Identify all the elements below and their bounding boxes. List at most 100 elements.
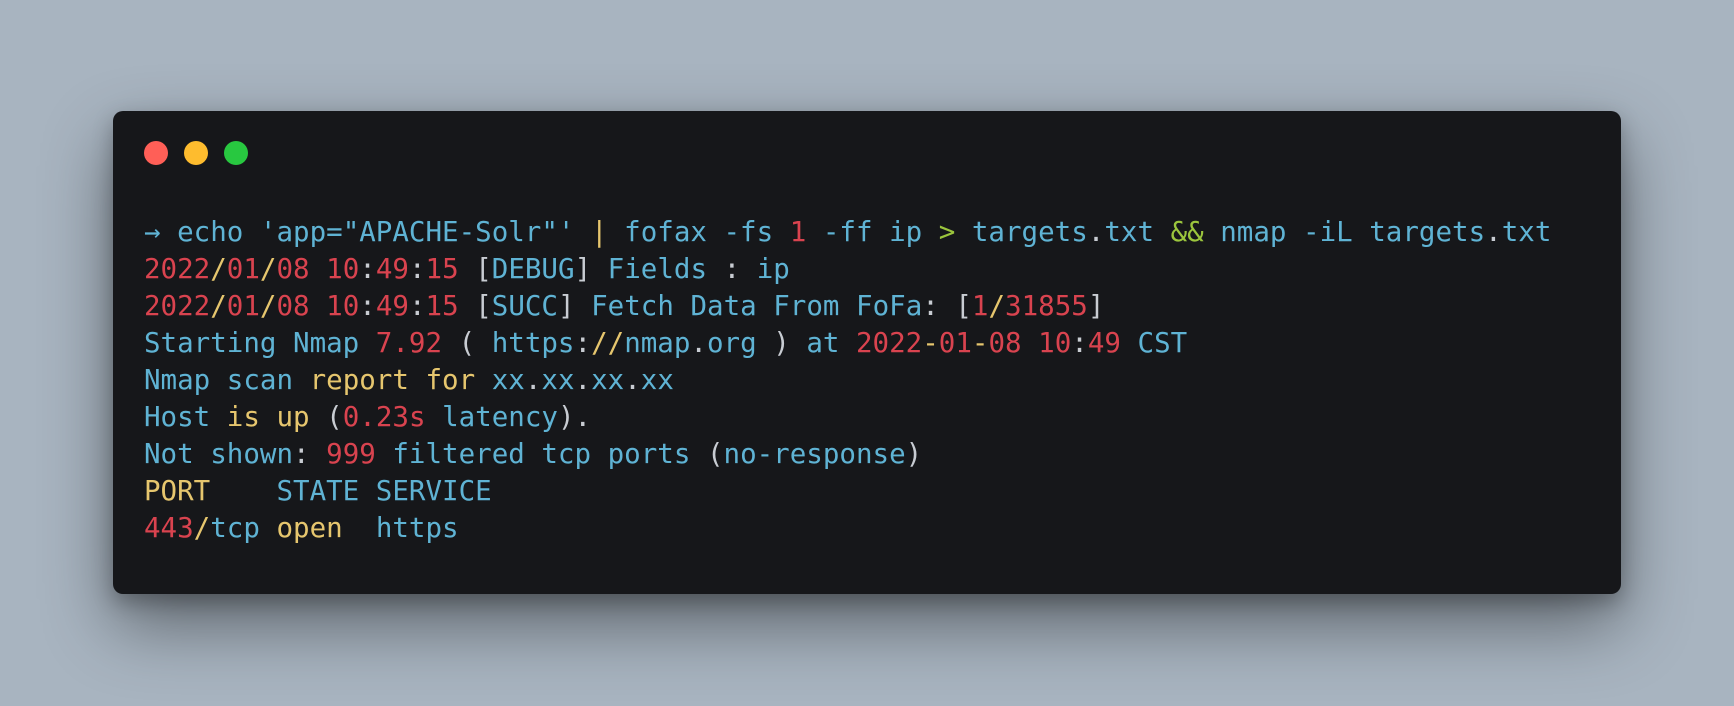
terminal-token: 08 10 <box>988 327 1072 359</box>
terminal-token: latency <box>425 401 558 433</box>
terminal-token: 01 <box>938 327 972 359</box>
terminal-token: STATE SERVICE <box>210 475 492 507</box>
terminal-token: : <box>408 253 426 285</box>
terminal-token: https <box>342 512 459 544</box>
close-icon[interactable] <box>144 141 168 165</box>
terminal-token: && <box>1170 216 1204 248</box>
terminal-token: 01 <box>226 253 260 285</box>
terminal-token: echo <box>160 216 260 248</box>
terminal-token: Fetch Data From FoFa <box>574 290 923 322</box>
terminal-token: : <box>723 253 741 285</box>
terminal-line: Starting Nmap 7.92 ( https://nmap.org ) … <box>144 325 1601 362</box>
terminal-token: ) <box>756 327 807 359</box>
terminal-line: 443/tcp open https <box>144 510 1601 547</box>
terminal-token: xx <box>591 364 625 396</box>
terminal-token: : <box>359 290 376 322</box>
terminal-token: is up <box>226 401 310 433</box>
terminal-token: 49 <box>1087 327 1121 359</box>
terminal-token: at <box>806 327 856 359</box>
terminal-token: : <box>293 438 327 470</box>
terminal-token: 31855 <box>1005 290 1088 322</box>
terminal-token: ip <box>740 253 790 285</box>
terminal-token: . <box>1087 216 1105 248</box>
terminal-token: . <box>574 364 592 396</box>
terminal-token: 443 <box>144 512 194 544</box>
terminal-token: 1 <box>971 290 989 322</box>
terminal-line: Nmap scan report for xx.xx.xx.xx <box>144 362 1601 399</box>
terminal-token: https <box>491 327 575 359</box>
terminal-token: 1 <box>789 216 807 248</box>
terminal-token: open <box>276 512 343 544</box>
terminal-token: ] <box>574 253 592 285</box>
terminal-token: ) <box>905 438 923 470</box>
minimize-icon[interactable] <box>184 141 208 165</box>
terminal-token: → <box>144 216 161 248</box>
terminal-token: / <box>259 290 277 322</box>
terminal-token: 08 10 <box>276 290 360 322</box>
terminal-token: ] <box>558 290 575 322</box>
terminal-token: | <box>574 216 625 248</box>
terminal-line: 2022/01/08 10:49:15 [DEBUG] Fields : ip <box>144 251 1601 288</box>
terminal-token: : <box>1071 327 1088 359</box>
terminal-token: fofax <box>624 216 724 248</box>
terminal-token: ( <box>706 438 724 470</box>
terminal-output[interactable]: → echo 'app="APACHE-Solr"' | fofax -fs 1… <box>144 214 1601 547</box>
terminal-token: / <box>210 290 227 322</box>
terminal-token: 01 <box>226 290 260 322</box>
terminal-token: DEBUG <box>491 253 575 285</box>
terminal-token: 999 <box>326 438 376 470</box>
terminal-token: - <box>922 327 939 359</box>
terminal-token: txt <box>1104 216 1171 248</box>
terminal-token: no-response <box>723 438 906 470</box>
terminal-token: [ <box>475 290 492 322</box>
terminal-token: / <box>988 290 1006 322</box>
terminal-token: report for <box>309 364 476 396</box>
terminal-token: 15 <box>425 253 476 285</box>
terminal-token: - <box>971 327 989 359</box>
terminal-token: [ <box>475 253 492 285</box>
terminal-token: // <box>591 327 625 359</box>
terminal-token: / <box>259 253 277 285</box>
terminal-token: . <box>690 327 707 359</box>
terminal-token: ( <box>309 401 343 433</box>
terminal-token: 2022 <box>856 327 923 359</box>
terminal-token: SUCC <box>491 290 558 322</box>
terminal-token: . <box>624 364 641 396</box>
terminal-line: Not shown: 999 filtered tcp ports (no-re… <box>144 436 1601 473</box>
terminal-token: org <box>706 327 757 359</box>
terminal-token: : <box>408 290 426 322</box>
terminal-token: nmap -iL targets <box>1203 216 1486 248</box>
terminal-token: . <box>524 364 542 396</box>
terminal-token: xx <box>541 364 575 396</box>
terminal-token: -ff ip <box>806 216 939 248</box>
terminal-token: 15 <box>425 290 476 322</box>
terminal-token: ] <box>1087 290 1105 322</box>
terminal-token: / <box>210 253 227 285</box>
terminal-token: 7.92 <box>375 327 443 359</box>
terminal-token: 2022 <box>144 290 211 322</box>
terminal-line: 2022/01/08 10:49:15 [SUCC] Fetch Data Fr… <box>144 288 1601 325</box>
terminal-token: tcp <box>210 512 277 544</box>
terminal-token: Starting Nmap <box>144 327 376 359</box>
terminal-token: ( <box>442 327 492 359</box>
terminal-token: Fields <box>591 253 724 285</box>
terminal-token: 49 <box>375 253 409 285</box>
terminal-token: / <box>193 512 211 544</box>
terminal-token: > <box>938 216 956 248</box>
terminal-line: Host is up (0.23s latency). <box>144 399 1601 436</box>
terminal-token: 08 10 <box>276 253 360 285</box>
terminal-token: : [ <box>922 290 972 322</box>
terminal-token: Nmap scan <box>144 364 310 396</box>
terminal-token: CST <box>1120 327 1188 359</box>
terminal-token: nmap <box>624 327 691 359</box>
terminal-token: targets <box>955 216 1088 248</box>
terminal-token: Host <box>144 401 227 433</box>
terminal-token: 0.23s <box>342 401 426 433</box>
terminal-window: → echo 'app="APACHE-Solr"' | fofax -fs 1… <box>113 111 1621 594</box>
terminal-token: -fs <box>723 216 790 248</box>
terminal-token: xx <box>475 364 525 396</box>
terminal-token: ). <box>557 401 592 433</box>
terminal-token: : <box>574 327 592 359</box>
terminal-token: xx <box>640 364 674 396</box>
maximize-icon[interactable] <box>224 141 248 165</box>
